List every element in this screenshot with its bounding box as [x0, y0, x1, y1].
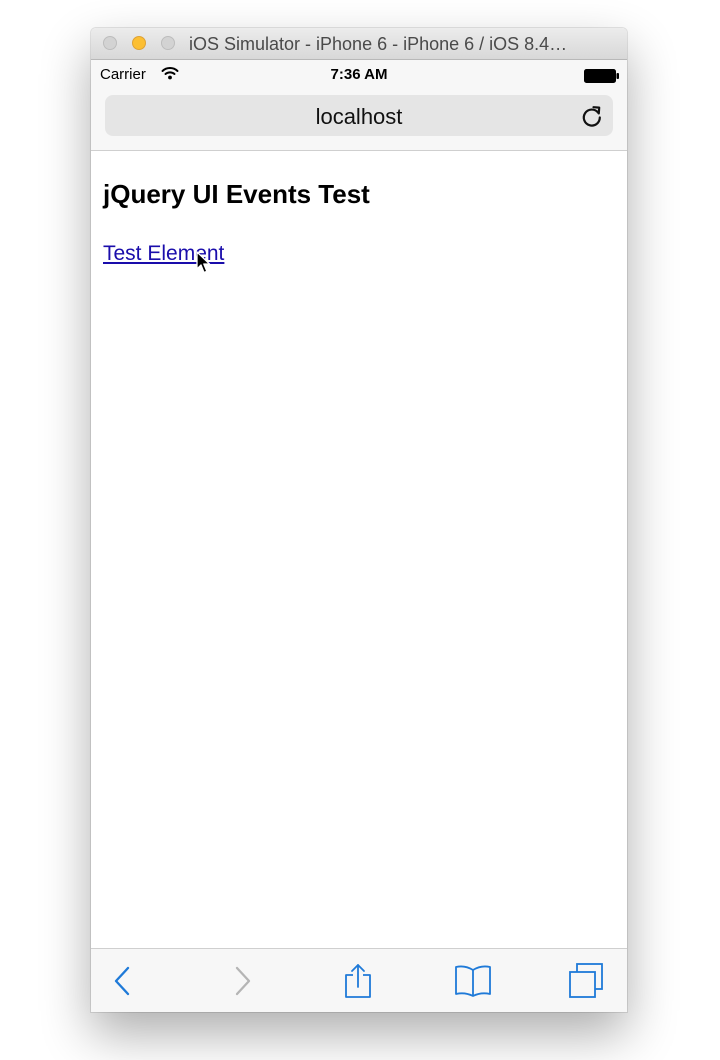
web-page-content: jQuery UI Events Test Test Element: [91, 151, 627, 948]
forward-icon[interactable]: [222, 963, 262, 999]
address-text: localhost: [315, 104, 403, 129]
safari-navigation-bar: localhost: [91, 90, 627, 151]
window-titlebar: iOS Simulator - iPhone 6 - iPhone 6 / iO…: [91, 28, 627, 60]
tabs-icon[interactable]: [566, 963, 606, 999]
page-heading: jQuery UI Events Test: [103, 179, 370, 209]
status-time: 7:36 AM: [330, 66, 388, 83]
share-icon[interactable]: [338, 963, 378, 999]
battery-icon: [584, 69, 620, 88]
mouse-pointer-icon: [196, 251, 212, 280]
window-zoom-button[interactable]: [161, 36, 175, 50]
bookmarks-icon[interactable]: [453, 963, 493, 999]
address-bar[interactable]: localhost: [105, 95, 613, 136]
window-minimize-button[interactable]: [132, 36, 146, 50]
window-close-button[interactable]: [103, 36, 117, 50]
simulator-window: iOS Simulator - iPhone 6 - iPhone 6 / iO…: [91, 28, 627, 1012]
back-icon[interactable]: [103, 963, 143, 999]
reload-icon[interactable]: [580, 104, 604, 128]
window-title: iOS Simulator - iPhone 6 - iPhone 6 / iO…: [189, 34, 568, 54]
ios-status-bar: Carrier 7:36 AM: [91, 60, 627, 90]
safari-toolbar: [91, 948, 627, 1012]
